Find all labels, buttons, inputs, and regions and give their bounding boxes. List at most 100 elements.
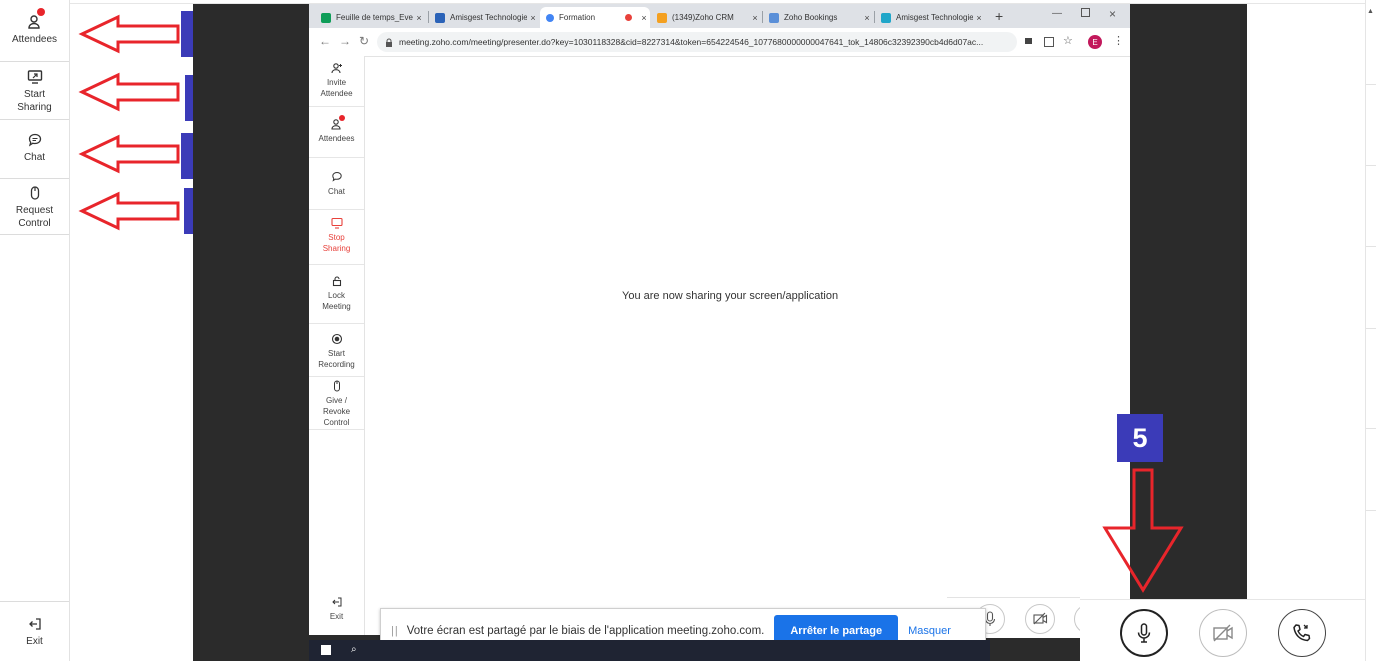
browser-tab-bar: Feuille de temps_Eve × Amisgest Technolo… [309,4,1130,28]
annotation-arrows [78,14,180,231]
zoho-item-label: Give / Revoke Control [322,396,351,427]
tab-label: Zoho Bookings [784,13,838,22]
sidebar-exit-button[interactable]: Exit [0,601,69,657]
bookmark-star-icon[interactable]: ☆ [1063,34,1073,47]
zoho-item-start-recording[interactable]: Start Recording [309,324,364,377]
record-icon [331,333,343,345]
call-button[interactable] [1278,609,1326,657]
zoho-exit-button[interactable]: Exit [309,592,364,634]
forward-icon[interactable]: → [339,34,351,48]
screen-share-icon [27,69,43,85]
reload-icon[interactable]: ↻ [359,34,369,48]
drag-handle-icon[interactable]: || [391,625,399,637]
arrow-5 [1102,468,1184,593]
divider [1366,510,1376,511]
back-icon[interactable]: ← [319,34,331,48]
search-icon[interactable]: ⌕ [351,644,357,655]
mic-button[interactable] [1120,609,1168,657]
mouse-icon [331,380,343,392]
browser-tab-active[interactable]: Formation × [540,7,650,28]
tab-label: Amisgest Technologie [896,13,973,22]
divider [1366,428,1376,429]
tab-label: Amisgest Technologie [450,13,527,22]
zoho-item-label: Attendees [318,134,355,143]
sidebar-item-label: Request Control [15,205,54,229]
browser-menu-icon[interactable]: ⋮ [1113,34,1124,47]
notification-text: Votre écran est partagé par le biais de … [406,624,765,637]
notification-dot [338,115,345,121]
url-text: meeting.zoho.com/meeting/presenter.do?ke… [399,37,984,47]
divider [1366,246,1376,247]
lock-icon [331,275,343,287]
translate-icon[interactable] [1044,37,1054,47]
browser-address-bar: ← → ↻ meeting.zoho.com/meeting/presenter… [309,28,1130,57]
scroll-up-icon[interactable]: ▲ [1367,8,1375,16]
arrow-3 [78,134,180,174]
new-tab-button[interactable]: + [995,8,1003,24]
amisgest-icon [435,12,445,23]
attendees-icon [330,115,345,130]
zoho-item-attendees[interactable]: Attendees [309,107,364,158]
divider [1366,84,1376,85]
add-user-icon [330,62,343,74]
tab-label: Feuille de temps_Eve [336,13,413,22]
chat-icon [27,132,43,148]
tab-label: (1349)Zoho CRM [672,13,734,22]
camera-button[interactable] [1199,609,1247,657]
zoho-item-chat[interactable]: Chat [309,158,364,210]
sidebar-item-label: Chat [23,152,46,163]
exit-icon [27,616,43,632]
sidebar-item-request-control[interactable]: Request Control [0,179,69,235]
windows-start-icon[interactable] [321,645,331,655]
sidebar-item-chat[interactable]: Chat [0,120,69,179]
sidebar-item-attendees[interactable]: Attendees [0,5,69,62]
zoho-meeting-icon [546,13,554,22]
sheets-icon [321,12,331,23]
zoho-item-label: Start Recording [318,349,355,369]
arrow-1 [78,14,180,54]
zoho-exit-label: Exit [329,612,344,621]
zoho-item-label: Lock Meeting [322,291,351,311]
tab-label: Formation [559,13,596,22]
close-icon[interactable]: × [749,13,761,23]
browser-tab[interactable]: Feuille de temps_Eve × [315,7,425,28]
zoho-item-stop-sharing[interactable]: Stop Sharing [309,210,364,265]
cast-icon[interactable] [1025,38,1032,44]
shared-browser-window: Feuille de temps_Eve × Amisgest Technolo… [309,4,1130,635]
close-icon[interactable]: × [638,13,650,23]
camera-off-icon [1213,624,1233,642]
zoho-presenter-sidebar: Invite Attendee Attendees Chat Stop Shar… [309,56,365,635]
zoho-item-give-revoke-control[interactable]: Give / Revoke Control [309,377,364,430]
mouse-icon [27,185,43,201]
exit-icon [331,596,343,608]
close-icon[interactable]: × [973,13,985,23]
zoho-crm-icon [657,12,667,23]
step-badge-5: 5 [1117,414,1163,462]
close-icon[interactable]: × [527,13,539,23]
sidebar-item-start-sharing[interactable]: Start Sharing [0,62,69,120]
close-window-icon[interactable]: × [1109,7,1116,21]
hide-button[interactable]: Masquer [908,625,951,637]
inner-camera-button[interactable] [1025,604,1055,634]
right-panel-edge: ▲ [1365,0,1376,661]
lock-icon [386,38,392,47]
restore-icon[interactable] [1081,8,1090,17]
browser-tab[interactable]: (1349)Zoho CRM × [651,7,761,28]
attendees-icon [27,8,45,30]
url-field[interactable]: meeting.zoho.com/meeting/presenter.do?ke… [377,32,1017,52]
close-icon[interactable]: × [413,13,425,23]
minimize-icon[interactable]: — [1052,8,1062,19]
browser-tab[interactable]: Amisgest Technologie × [875,7,985,28]
zoho-item-lock-meeting[interactable]: Lock Meeting [309,265,364,324]
exit-label: Exit [26,636,43,647]
zoho-item-label: Stop Sharing [322,233,351,253]
zoho-item-label: Chat [328,187,345,196]
chat-icon [331,171,343,183]
browser-tab[interactable]: Zoho Bookings × [763,7,873,28]
divider [1366,165,1376,166]
zoho-item-invite-attendee[interactable]: Invite Attendee [309,56,364,107]
close-icon[interactable]: × [861,13,873,23]
profile-avatar[interactable]: E [1088,35,1102,49]
notification-dot [36,8,45,16]
browser-tab[interactable]: Amisgest Technologie × [429,7,539,28]
